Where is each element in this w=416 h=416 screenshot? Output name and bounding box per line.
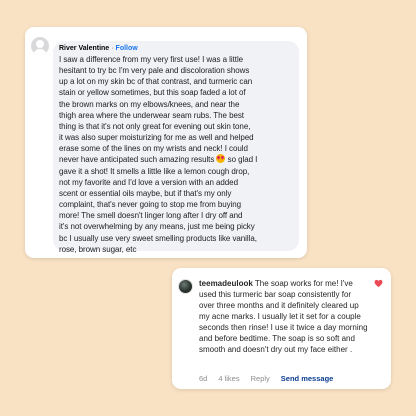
review-card-teemadeulook: teemadeulook The soap works for me! I've… — [172, 268, 391, 389]
username[interactable]: teemadeulook — [199, 279, 253, 288]
review-card-river-valentine: River Valentine · Follow I saw a differenc… — [25, 27, 307, 258]
send-message-button[interactable]: Send message — [281, 374, 334, 383]
comment-bubble: River Valentine · Follow I saw a differenc… — [53, 41, 299, 254]
comment-text: I saw a difference from my very first us… — [59, 54, 293, 255]
comment-header: River Valentine · Follow — [59, 44, 293, 53]
author-name[interactable]: River Valentine — [59, 45, 109, 52]
comment-text: teemadeulook The soap works for me! I've… — [199, 278, 383, 355]
comment-body: The soap works for me! I've used this tu… — [199, 279, 368, 355]
comment-text-part-3: gave it a shot! It smells a little like … — [59, 166, 257, 254]
default-avatar-icon[interactable] — [31, 37, 49, 55]
comment-text-part-2: so glad I — [225, 155, 258, 165]
comment-text-part-1: I saw a difference from my very first us… — [59, 55, 254, 165]
comment-actions: 6d 4 likes Reply Send message — [199, 374, 333, 383]
reply-button[interactable]: Reply — [251, 374, 270, 383]
user-avatar[interactable] — [178, 279, 193, 294]
heart-filled-icon[interactable] — [374, 279, 383, 288]
like-count[interactable]: 4 likes — [218, 374, 239, 383]
timestamp: 6d — [199, 374, 208, 383]
separator-dot: · — [111, 45, 114, 52]
follow-button[interactable]: Follow — [116, 45, 138, 52]
